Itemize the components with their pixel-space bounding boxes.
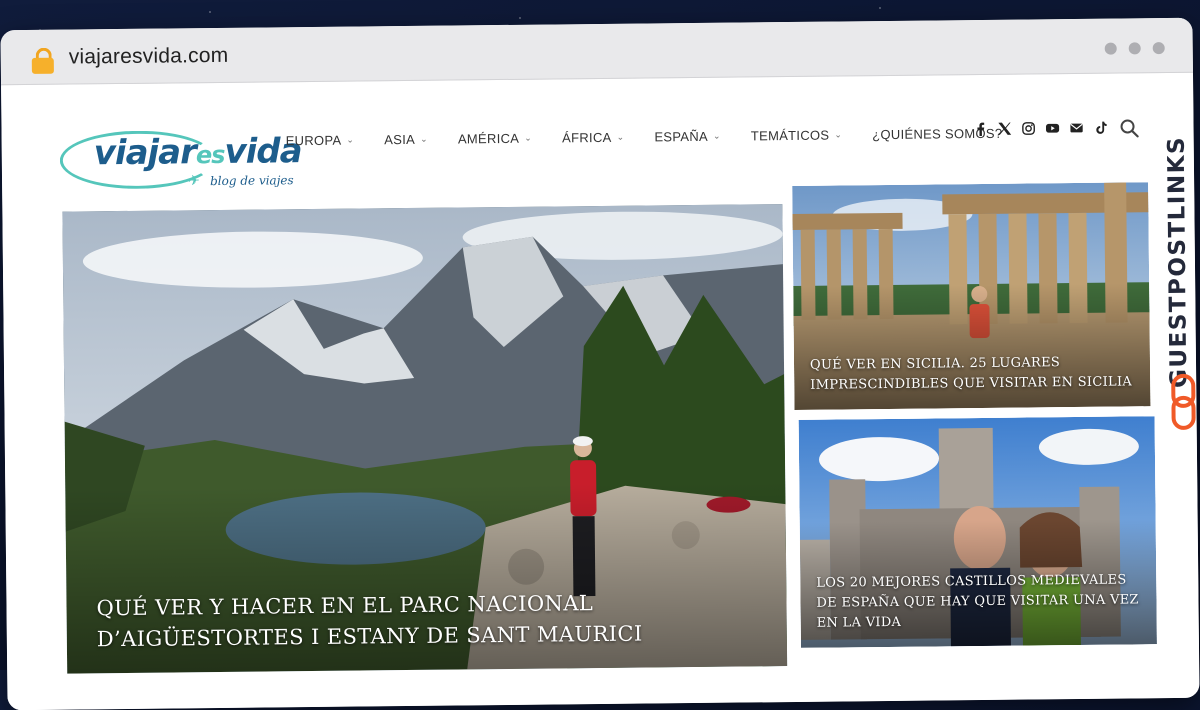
facebook-icon[interactable]	[973, 122, 987, 137]
youtube-icon[interactable]	[1045, 121, 1060, 135]
main-navigation: EUROPA ⌄ ASIA ⌄ AMÉRICA ⌄ ÁFRICA ⌄ ESPAÑA ⌄ T…	[286, 126, 1003, 149]
featured-article-side-1[interactable]: QUÉ VER EN SICILIA. 25 LUGARES IMPRESCIN…	[792, 182, 1151, 410]
chevron-down-icon: ⌄	[616, 131, 625, 142]
featured-article-side-2[interactable]: LOS 20 MEJORES CASTILLOS MEDIEVALES DE E…	[798, 416, 1157, 648]
tiktok-icon[interactable]	[1093, 121, 1107, 135]
featured-article-title[interactable]: QUÉ VER Y HACER EN EL PARC NACIONAL D’AI…	[96, 586, 757, 655]
address-bar-url[interactable]: viajaresvida.com	[69, 44, 229, 70]
chevron-down-icon: ⌄	[712, 130, 721, 141]
chain-link-icon	[1171, 373, 1196, 430]
nav-item-europa[interactable]: EUROPA ⌄	[286, 133, 355, 149]
chevron-down-icon: ⌄	[834, 129, 843, 140]
window-dot-icon[interactable]	[1152, 42, 1165, 55]
nav-item-tematicos[interactable]: TEMÁTICOS ⌄	[750, 127, 843, 144]
nav-item-africa[interactable]: ÁFRICA ⌄	[562, 130, 624, 146]
x-icon[interactable]	[997, 122, 1012, 136]
nav-item-america[interactable]: AMÉRICA ⌄	[458, 131, 532, 147]
window-dot-icon[interactable]	[1128, 42, 1141, 55]
side-article-title[interactable]: QUÉ VER EN SICILIA. 25 LUGARES IMPRESCIN…	[810, 352, 1136, 395]
lock-icon	[31, 47, 55, 74]
logo-wordmark: viajaresvida	[93, 131, 302, 174]
nav-label: ASIA	[384, 131, 416, 148]
search-icon[interactable]	[1119, 118, 1139, 138]
site-logo[interactable]: viajaresvida ✈ blog de viajes	[59, 117, 302, 194]
logo-tagline: blog de viajes	[209, 173, 294, 189]
airplane-icon: ✈	[187, 172, 200, 189]
window-controls	[1104, 42, 1165, 55]
watermark-text: GUESTPOSTLINKS	[1163, 135, 1193, 389]
email-icon[interactable]	[1069, 121, 1083, 135]
nav-label: TEMÁTICOS	[750, 127, 830, 144]
side-article-title[interactable]: LOS 20 MEJORES CASTILLOS MEDIEVALES DE E…	[816, 570, 1143, 633]
social-links	[973, 121, 1107, 137]
chevron-down-icon: ⌄	[420, 133, 428, 144]
website: viajaresvida ✈ blog de viajes EUROPA ⌄ AS…	[1, 73, 1200, 710]
window-dot-icon[interactable]	[1104, 42, 1117, 55]
instagram-icon[interactable]	[1021, 121, 1035, 135]
nav-item-espana[interactable]: ESPAÑA ⌄	[654, 129, 721, 145]
nav-label: EUROPA	[285, 132, 342, 149]
nav-item-asia[interactable]: ASIA ⌄	[384, 132, 428, 147]
nav-label: AMÉRICA	[457, 130, 520, 147]
browser-window: viajaresvida.com viajaresvida ✈ blog de …	[0, 17, 1200, 710]
chevron-down-icon: ⌄	[524, 132, 533, 143]
nav-label: ÁFRICA	[562, 129, 612, 146]
featured-article-main[interactable]: QUÉ VER Y HACER EN EL PARC NACIONAL D’AI…	[62, 204, 788, 674]
chevron-down-icon: ⌄	[346, 134, 355, 145]
nav-label: ESPAÑA	[654, 128, 709, 145]
